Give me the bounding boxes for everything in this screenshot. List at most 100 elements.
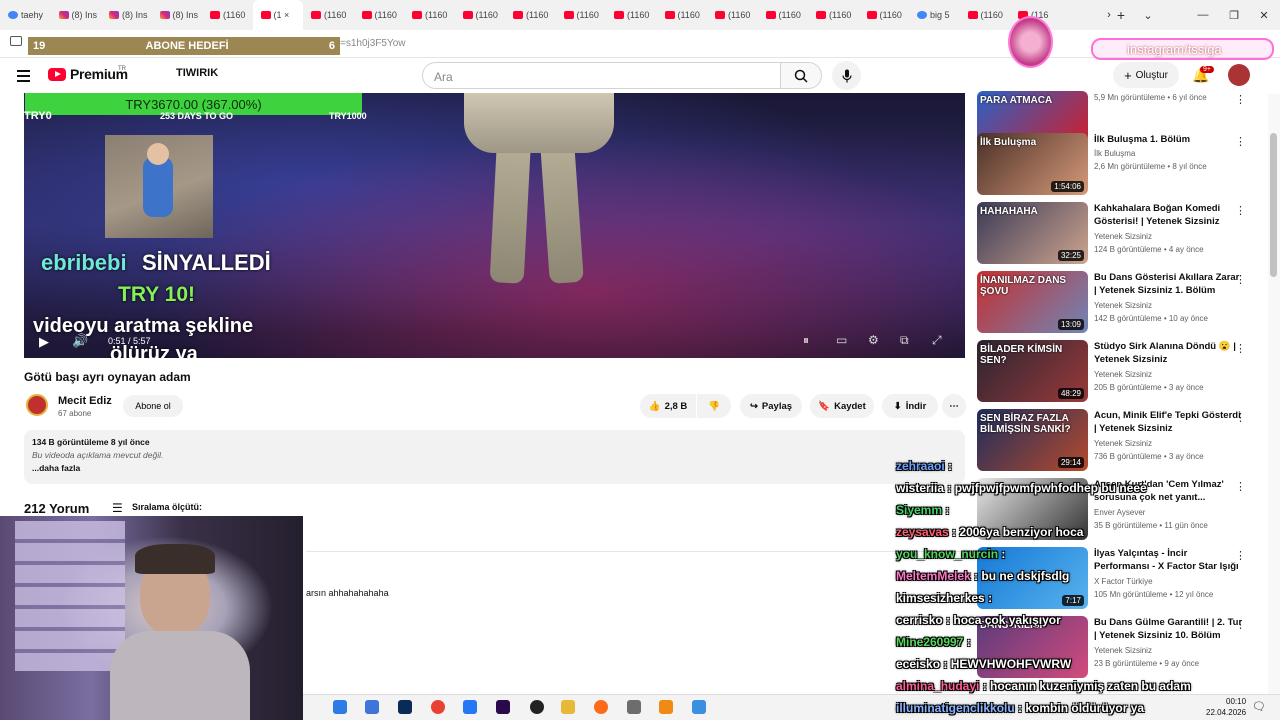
browser-tab[interactable]: big 5 [909,0,960,30]
volume-icon[interactable]: 🔊 [72,333,88,349]
vlc-taskbar-icon[interactable] [659,700,673,714]
more-options-icon[interactable]: ⋮ [1235,618,1246,631]
browser-tab[interactable]: (1160 [404,0,455,30]
more-options-icon[interactable]: ⋮ [1235,342,1246,355]
browser-tab[interactable]: (1160 [505,0,556,30]
search-input[interactable]: Ara [422,62,780,89]
fullscreen-icon[interactable]: ⤢ [932,333,942,348]
video-thumbnail[interactable]: İlk Buluşma 1:54:06 [977,133,1088,195]
video-player[interactable]: TRY3670.00 (367.00%) TRY0 253 DAYS TO GO… [24,93,965,358]
recommended-video-card[interactable]: İlk Buluşma 1:54:06 İlk Buluşma 1. Bölüm İl… [977,133,1267,195]
dislike-button[interactable]: 👎 [697,394,731,418]
firefox-taskbar-icon[interactable] [594,700,608,714]
browser-tab[interactable]: (1160 [455,0,506,30]
close-window-button[interactable]: ✕ [1248,0,1280,30]
account-avatar[interactable] [1228,64,1250,86]
save-button[interactable]: 🔖 Kaydet [810,394,874,418]
subscribe-button[interactable]: Abone ol [123,395,183,417]
like-button[interactable]: 👍 2,8 B [640,394,696,418]
voice-search-button[interactable] [832,61,861,90]
search-button[interactable] [780,62,822,89]
video-thumbnail[interactable]: BİLADER KİMSİN SEN? 48:29 [977,340,1088,402]
file-explorer-taskbar-icon[interactable] [333,700,347,714]
browser-tab[interactable]: (8) Ins [101,0,152,30]
sidebar-toggle-icon[interactable] [10,36,22,46]
subtitles-icon[interactable]: ▭ [836,333,847,347]
video-title[interactable]: İlyas Yalçıntaş - İncir Performansı - X … [1094,547,1244,573]
browser-tab[interactable]: (1160 [303,0,354,30]
more-actions-button[interactable]: ⋯ [942,394,966,418]
menu-icon[interactable] [17,70,30,82]
video-title[interactable]: Bu Dans Gülme Garantili! | 2. Tur | Yete… [1094,616,1244,642]
video-title[interactable]: Kahkahalara Boğan Komedi Gösterisi! | Ye… [1094,202,1244,228]
recommended-video-card[interactable]: SEN BİRAZ FAZLA BİLMİŞSİN SANKİ? 29:14 Acu… [977,409,1267,471]
browser-tab[interactable]: (1 × [252,0,303,30]
browser-tab[interactable]: (1160 [758,0,809,30]
browser-tab[interactable]: taehy [0,0,51,30]
channel-name[interactable]: Yetenek Sizsiniz [1094,370,1152,379]
autoplay-toggle-icon[interactable]: ⏸ [803,333,809,348]
browser-tab[interactable]: (8) Ins [51,0,102,30]
tab-list-chevron-icon[interactable]: ⌄ [1132,0,1164,30]
channel-name[interactable]: Yetenek Sizsiniz [1094,301,1152,310]
youtube-logo[interactable]: Premium [48,66,128,82]
video-thumbnail[interactable]: SEN BİRAZ FAZLA BİLMİŞSİN SANKİ? 29:14 [977,409,1088,471]
settings-gear-icon[interactable]: ⚙ [868,333,879,347]
video-title[interactable]: İlk Buluşma 1. Bölüm [1094,133,1244,146]
more-options-icon[interactable]: ⋮ [1235,93,1246,106]
channel-name[interactable]: Enver Aysever [1094,508,1145,517]
notification-center-icon[interactable]: 🗨 [1252,700,1266,713]
create-button[interactable]: + Oluştur [1113,62,1179,88]
channel-name[interactable]: İlk Buluşma [1094,149,1135,158]
browser-tab[interactable]: (1160 [606,0,657,30]
channel-avatar[interactable] [26,394,48,416]
app-taskbar-icon[interactable] [692,700,706,714]
premiere-taskbar-icon[interactable] [496,700,510,714]
video-thumbnail[interactable]: HAHAHAHA 32:25 [977,202,1088,264]
maximize-button[interactable]: ❐ [1218,0,1250,30]
channel-name[interactable]: Yetenek Sizsiniz [1094,646,1152,655]
more-options-icon[interactable]: ⋮ [1235,480,1246,493]
more-options-icon[interactable]: ⋮ [1235,135,1246,148]
description-box[interactable]: 134 B görüntüleme 8 yıl önce Bu videoda … [24,430,965,484]
video-thumbnail[interactable]: İNANILMAZ DANS ŞOVU 13:09 [977,271,1088,333]
browser-tab[interactable]: (8) Ins [152,0,203,30]
mail-taskbar-icon[interactable] [365,700,379,714]
obs-taskbar-icon[interactable] [530,700,544,714]
browser-tab[interactable]: (1160 [556,0,607,30]
video-title[interactable]: Bu Dans Gösterisi Akıllara Zarar | Yeten… [1094,271,1244,297]
video-title[interactable]: Stüdyo Sirk Alanına Döndü 😮 | Yetenek Si… [1094,340,1244,366]
chrome-taskbar-icon[interactable] [431,700,445,714]
browser-tab[interactable]: (1160 [707,0,758,30]
browser-tab[interactable]: (1160 [202,0,253,30]
recommended-video-card[interactable]: HAHAHAHA 32:25 Kahkahalara Boğan Komedi Gö… [977,202,1267,264]
sort-icon[interactable]: ☰ [112,501,123,515]
recommended-video-card[interactable]: BİLADER KİMSİN SEN? 48:29 Stüdyo Sirk Alan… [977,340,1267,402]
channel-name[interactable]: Yetenek Sizsiniz [1094,232,1152,241]
sort-label[interactable]: Sıralama ölçütü: [132,502,202,512]
miniplayer-icon[interactable]: ⧉ [900,333,909,348]
more-options-icon[interactable]: ⋮ [1235,411,1246,424]
more-options-icon[interactable]: ⋮ [1235,273,1246,286]
browser-tab[interactable]: (1160 [960,0,1011,30]
channel-name[interactable]: Mecit Ediz [58,395,112,407]
browser-tab[interactable]: (1160 [354,0,405,30]
channel-name[interactable]: X Factor Türkiye [1094,577,1153,586]
show-more-link[interactable]: ...daha fazla [32,463,957,473]
url-text[interactable]: =s1h0j3F5Yow [340,38,406,49]
browser-tab[interactable]: (1160 [657,0,708,30]
more-options-icon[interactable]: ⋮ [1235,204,1246,217]
browser-tab[interactable]: (1160 [808,0,859,30]
photoshop-taskbar-icon[interactable] [398,700,412,714]
video-title[interactable]: Acun, Minik Elif'e Tepki Gösterdi | Yete… [1094,409,1244,435]
folder-taskbar-icon[interactable] [561,700,575,714]
share-button[interactable]: ↪ Paylaş [740,394,802,418]
play-icon[interactable]: ▶ [39,334,49,350]
app-taskbar-icon[interactable] [463,700,477,714]
recommended-video-card[interactable]: İNANILMAZ DANS ŞOVU 13:09 Bu Dans Gösteris… [977,271,1267,333]
download-button[interactable]: ⬇ İndir [882,394,938,418]
minimize-button[interactable]: — [1187,0,1219,30]
channel-name[interactable]: Yetenek Sizsiniz [1094,439,1152,448]
browser-tab[interactable]: (1160 [859,0,910,30]
scrollbar-thumb[interactable] [1270,133,1277,277]
